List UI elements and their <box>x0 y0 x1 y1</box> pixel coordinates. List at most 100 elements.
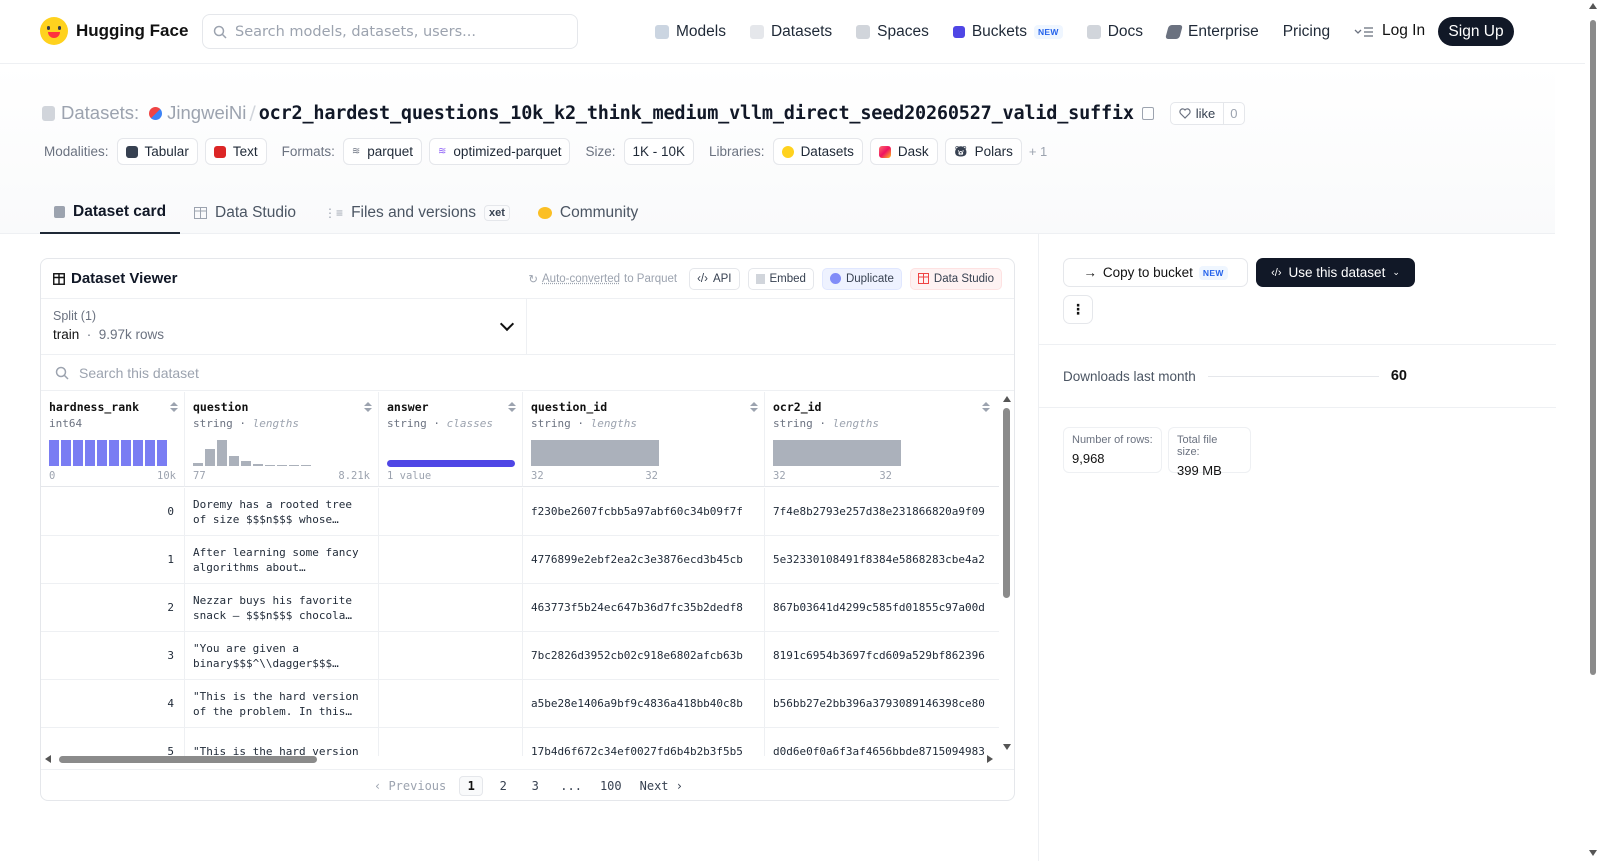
scroll-left-icon[interactable] <box>45 755 51 763</box>
modality-tabular[interactable]: Tabular <box>116 138 198 165</box>
copy-to-bucket-button[interactable]: → Copy to bucket NEW <box>1063 258 1248 287</box>
dataset-search-input[interactable] <box>79 364 479 381</box>
scroll-thumb[interactable] <box>1590 20 1596 675</box>
tab-dataset-card[interactable]: Dataset card <box>40 192 181 234</box>
cell-ocr2-id[interactable]: 8191c6954b3697fcd609a529bf862396 <box>765 632 999 680</box>
cell-answer[interactable] <box>379 536 523 584</box>
column-header-question[interactable]: question string · lengths 77 8.21k <box>185 392 379 487</box>
cell-hardness-rank[interactable]: 2 <box>41 584 185 632</box>
cell-ocr2-id[interactable]: b56bb27e2bb396a3793089146398ce80 <box>765 680 999 728</box>
more-menu-icon[interactable] <box>1354 20 1374 44</box>
auto-converted-note[interactable]: ↻ Auto-converted to Parquet <box>528 272 677 286</box>
previous-page-button[interactable]: ‹ Previous <box>369 776 451 796</box>
nav-spaces[interactable]: Spaces <box>856 20 929 44</box>
api-button[interactable]: ‹/› API <box>689 267 740 290</box>
sort-icon[interactable] <box>364 402 372 414</box>
scroll-up-icon[interactable] <box>1589 3 1597 9</box>
cell-hardness-rank[interactable]: 4 <box>41 680 185 728</box>
cell-question[interactable]: After learning some fancy algorithms abo… <box>185 536 379 584</box>
nav-buckets[interactable]: Buckets NEW <box>952 20 1063 44</box>
cell-answer[interactable] <box>379 584 523 632</box>
tab-community[interactable]: Community <box>524 192 652 234</box>
dataset-name[interactable]: ocr2_hardest_questions_10k_k2_think_medi… <box>259 103 1134 124</box>
cell-answer[interactable] <box>379 728 523 756</box>
nav-models[interactable]: Models <box>655 20 726 44</box>
nav-pricing[interactable]: Pricing <box>1283 20 1330 44</box>
sort-icon[interactable] <box>982 402 990 414</box>
next-page-button[interactable]: Next › <box>635 776 688 796</box>
format-optimized-parquet[interactable]: ≋ optimized-parquet <box>429 138 571 165</box>
cell-ocr2-id[interactable]: 5e32330108491f8384e5868283cbe4a2 <box>765 536 999 584</box>
scroll-up-icon[interactable] <box>1003 396 1011 402</box>
cell-question[interactable]: Doremy has a rooted tree of size $$$n$$$… <box>185 488 379 536</box>
brand-logo[interactable]: Hugging Face <box>40 17 188 45</box>
nav-enterprise[interactable]: Enterprise <box>1165 20 1259 44</box>
page-1-button[interactable]: 1 <box>459 776 484 796</box>
cell-question[interactable]: "This is the hard version of the problem… <box>185 680 379 728</box>
signup-button[interactable]: Sign Up <box>1438 17 1514 46</box>
cell-hardness-rank[interactable]: 0 <box>41 488 185 536</box>
cell-hardness-rank[interactable]: 3 <box>41 632 185 680</box>
sort-icon[interactable] <box>170 402 178 414</box>
cell-answer[interactable] <box>379 680 523 728</box>
column-header-answer[interactable]: answer string · classes 1 value <box>379 392 523 487</box>
use-this-dataset-button[interactable]: ‹/› Use this dataset ⌄ <box>1256 258 1415 287</box>
cell-question-id[interactable]: 4776899e2ebf2ea2c3e3876ecd3b45cb <box>523 536 765 584</box>
duplicate-button[interactable]: Duplicate <box>821 267 902 290</box>
cell-question-id[interactable]: 17b4d6f672c34ef0027fd6b4b2b3f5b5 <box>523 728 765 756</box>
library-datasets[interactable]: Datasets <box>772 138 863 165</box>
cell-question-id[interactable]: f230be2607fcbb5a97abf60c34b09f7f <box>523 488 765 536</box>
embed-button[interactable]: Embed <box>747 267 814 290</box>
library-polars[interactable]: 🐻︎ Polars <box>944 138 1022 165</box>
cell-question[interactable]: Nezzar buys his favorite snack — $$$n$$$… <box>185 584 379 632</box>
column-header-ocr2-id[interactable]: ocr2_id string · lengths 32 32 <box>765 392 999 487</box>
cell-ocr2-id[interactable]: 867b03641d4299c585fd01855c97a00d <box>765 584 999 632</box>
sort-icon[interactable] <box>750 402 758 414</box>
scroll-right-icon[interactable] <box>987 755 993 763</box>
nav-docs[interactable]: Docs <box>1086 20 1143 44</box>
cell-question[interactable]: "You are given a binary$$$^\\dagger$$$… <box>185 632 379 680</box>
libraries-more[interactable]: + 1 <box>1029 144 1047 159</box>
owner-link[interactable]: JingweiNi <box>149 102 246 124</box>
page-scrollbar[interactable] <box>1585 0 1600 861</box>
column-header-question-id[interactable]: question_id string · lengths 32 32 <box>523 392 765 487</box>
library-dask[interactable]: Dask <box>869 138 938 165</box>
scroll-thumb[interactable] <box>59 756 317 763</box>
datasets-breadcrumb[interactable]: Datasets: <box>42 102 139 124</box>
cell-answer[interactable] <box>379 488 523 536</box>
more-options-button[interactable]: ⋮ <box>1063 295 1093 324</box>
page-3-button[interactable]: 3 <box>523 776 547 796</box>
cell-question-id[interactable]: 7bc2826d3952cb02c918e6802afcb63b <box>523 632 765 680</box>
scroll-thumb[interactable] <box>1003 408 1010 598</box>
tab-data-studio[interactable]: Data Studio <box>180 192 310 234</box>
cell-question[interactable]: "This is the hard version <box>185 728 379 756</box>
column-header-hardness-rank[interactable]: hardness_rank int64 0 10k <box>41 392 185 487</box>
grid-horizontal-scrollbar[interactable] <box>41 753 999 765</box>
cell-hardness-rank[interactable]: 5 <box>41 728 185 756</box>
global-search-input[interactable] <box>235 23 555 40</box>
split-selector[interactable]: Split (1) train · 9.97k rows <box>41 299 527 354</box>
nav-datasets[interactable]: Datasets <box>749 20 832 44</box>
login-link[interactable]: Log In <box>1382 22 1425 40</box>
size-chip[interactable]: 1K - 10K <box>623 138 695 165</box>
cell-hardness-rank[interactable]: 1 <box>41 536 185 584</box>
page-100-button[interactable]: 100 <box>595 776 627 796</box>
data-studio-button[interactable]: Data Studio <box>909 267 1002 290</box>
format-parquet[interactable]: ≋ parquet <box>342 138 423 165</box>
sort-icon[interactable] <box>508 402 516 414</box>
like-button[interactable]: like 0 <box>1169 101 1245 125</box>
page-2-button[interactable]: 2 <box>491 776 515 796</box>
cell-answer[interactable] <box>379 632 523 680</box>
scroll-down-icon[interactable] <box>1003 744 1011 750</box>
copy-icon[interactable] <box>1141 106 1154 120</box>
global-search[interactable] <box>202 14 578 49</box>
cell-question-id[interactable]: a5be28e1406a9bf9c4836a418bb40c8b <box>523 680 765 728</box>
scroll-down-icon[interactable] <box>1589 850 1597 856</box>
cell-ocr2-id[interactable]: d0d6e0f0a6f3af4656bbde8715094983 <box>765 728 999 756</box>
dataset-search[interactable] <box>41 355 1014 391</box>
cell-question-id[interactable]: 463773f5b24ec647b36d7fc35b2dedf8 <box>523 584 765 632</box>
tab-files-and-versions[interactable]: ⋮≡ Files and versions xet <box>310 192 524 234</box>
cell-ocr2-id[interactable]: 7f4e8b2793e257d38e231866820a9f09 <box>765 488 999 536</box>
modality-text[interactable]: Text <box>204 138 267 165</box>
grid-vertical-scrollbar[interactable] <box>999 392 1014 756</box>
